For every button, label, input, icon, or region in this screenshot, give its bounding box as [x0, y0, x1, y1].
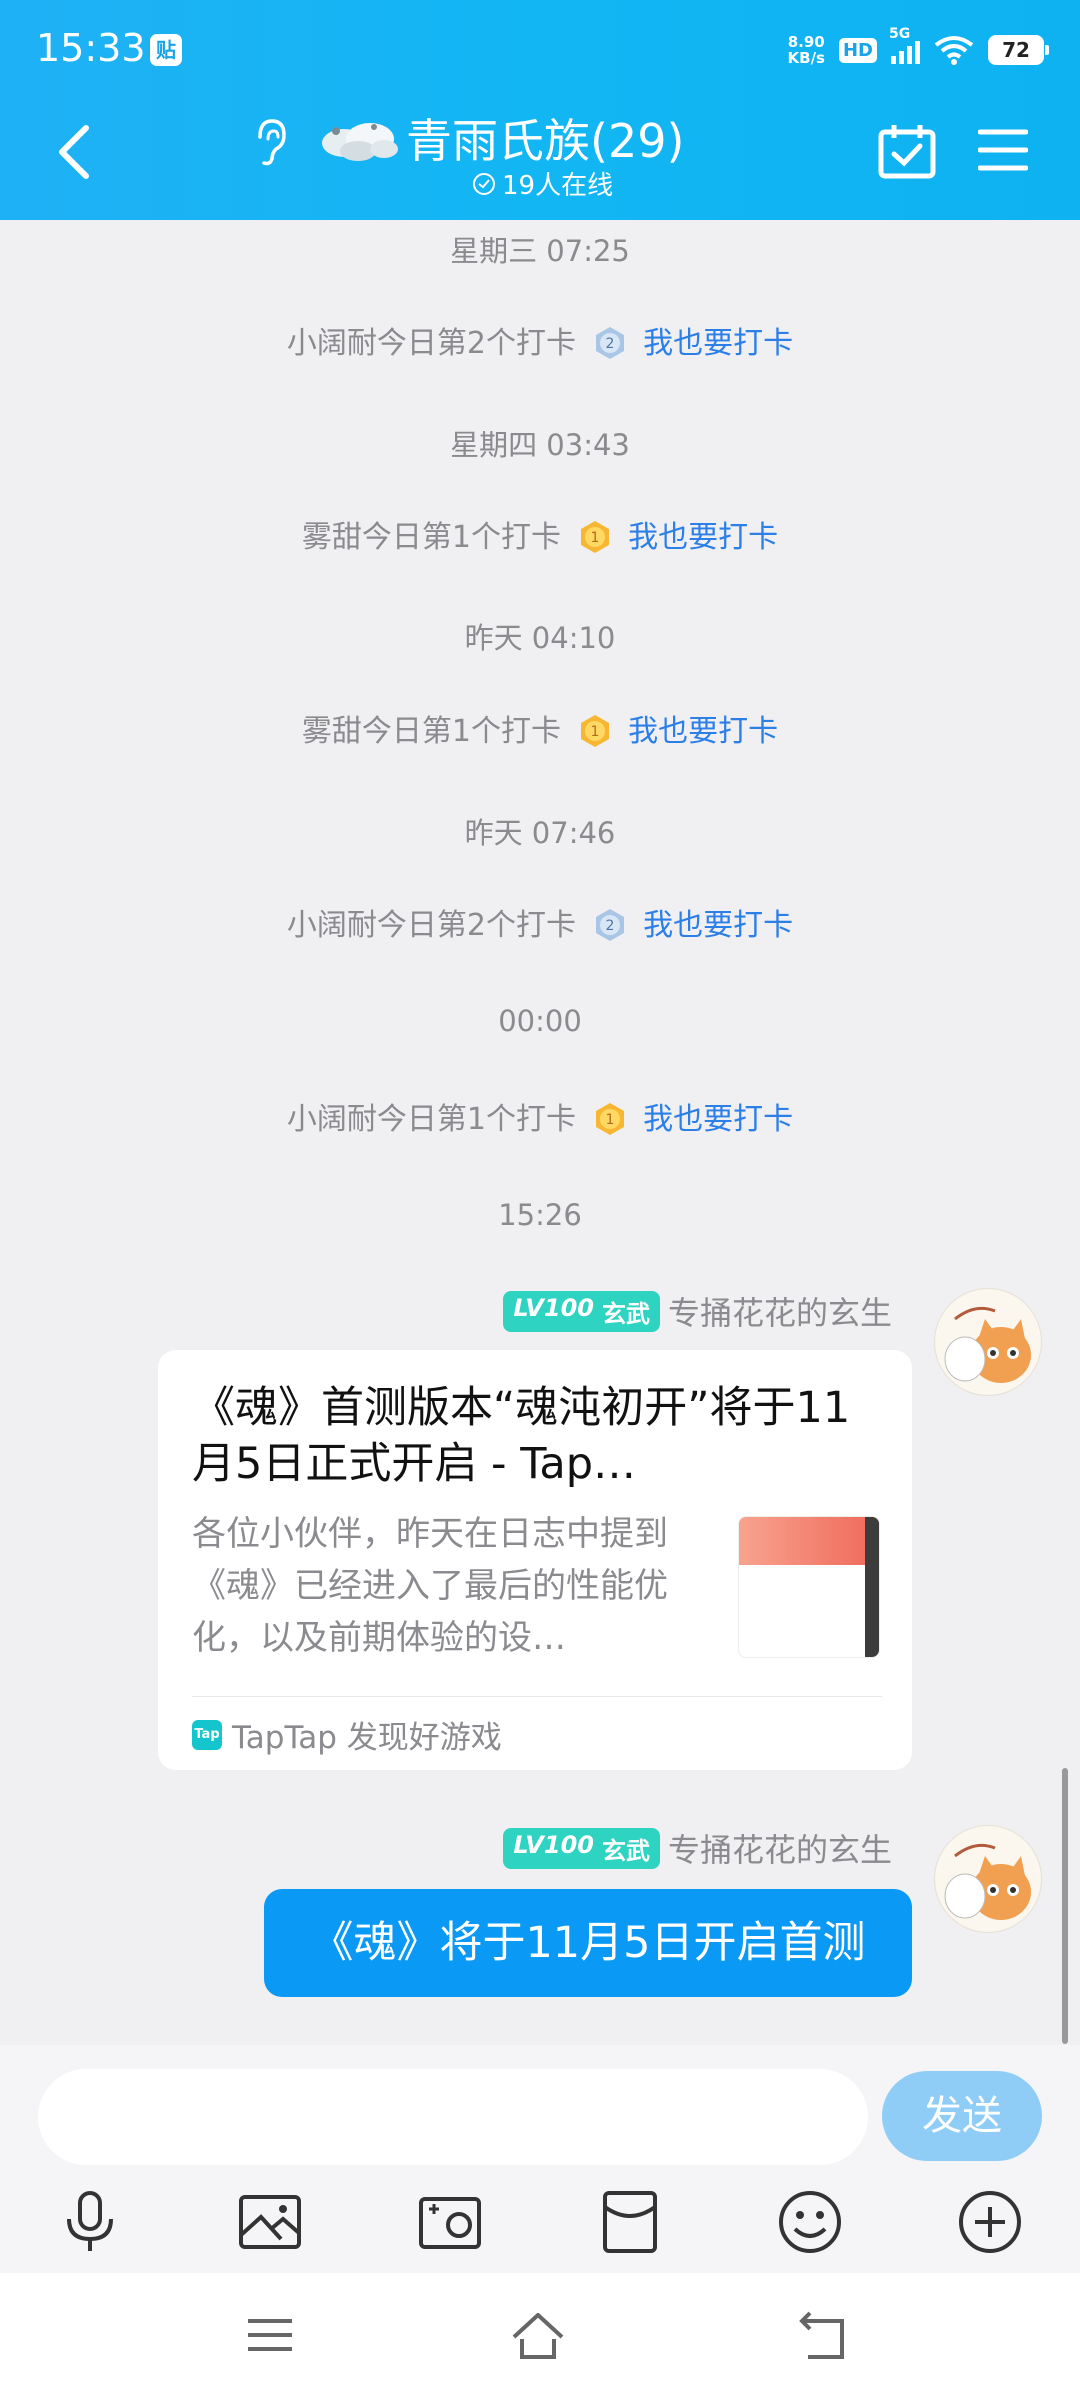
- network-type: 5G: [889, 26, 911, 42]
- card-divider: [192, 1696, 882, 1697]
- svg-text:2: 2: [605, 918, 614, 934]
- send-button[interactable]: 发送: [882, 2071, 1042, 2161]
- timestamp: 昨天 07:46: [464, 816, 616, 850]
- network-speed: 8.90 KB/s: [788, 34, 825, 66]
- avatar[interactable]: [934, 1825, 1042, 1933]
- card-source-text: TapTap 发现好游戏: [232, 1720, 502, 1756]
- checkin-text: 雾甜今日第1个打卡: [301, 714, 561, 749]
- home-icon[interactable]: [510, 2307, 566, 2363]
- menu-icon[interactable]: [242, 2307, 298, 2363]
- hd-icon: HD: [838, 37, 877, 63]
- level-badge: LV100 玄武: [503, 1827, 660, 1869]
- checkin-notice: 小阔耐今日第2个打卡 2 我也要打卡: [0, 318, 1080, 365]
- sender-info: LV100 玄武 专捅花花的玄生: [503, 1288, 892, 1334]
- microphone-icon[interactable]: [55, 2187, 125, 2257]
- back-icon[interactable]: [796, 2307, 852, 2363]
- top-bar: 15:33 贴 8.90 KB/s HD 5G 72 青雨氏族(29) 19人在…: [0, 0, 1080, 220]
- plus-icon[interactable]: [955, 2187, 1025, 2257]
- network-speed-unit: KB/s: [787, 49, 825, 67]
- checkin-text: 小阔耐今日第1个打卡: [286, 1102, 576, 1137]
- checkin-text: 雾甜今日第1个打卡: [301, 520, 561, 555]
- online-count-text: 19人在线: [502, 171, 614, 201]
- medal-icon: 2: [595, 326, 624, 359]
- svg-text:1: 1: [605, 1112, 614, 1128]
- input-area: 发送: [0, 2045, 1080, 2273]
- system-navigation-bar: [0, 2273, 1080, 2400]
- timestamp: 00:00: [498, 1004, 582, 1038]
- checkin-notice: 雾甜今日第1个打卡 1 我也要打卡: [0, 706, 1080, 753]
- red-packet-icon[interactable]: [595, 2187, 665, 2257]
- signal-icon: 5G: [889, 26, 920, 64]
- message-bubble[interactable]: 《魂》将于11月5日开启首测: [264, 1889, 912, 1997]
- chat-title: 青雨氏族(29): [406, 114, 685, 168]
- level-badge: LV100 玄武: [503, 1290, 660, 1332]
- card-description: 各位小伙伴，昨天在日志中提到《魂》已经进入了最后的性能优化，以及前期体验的设…: [192, 1514, 668, 1658]
- calendar-check-icon[interactable]: [878, 122, 936, 180]
- group-avatar: [322, 123, 398, 161]
- svg-text:1: 1: [590, 724, 599, 740]
- chat-title-area[interactable]: 青雨氏族(29) 19人在线: [250, 105, 770, 205]
- shared-link-card[interactable]: 《魂》首测版本“魂沌初开”将于11月5日正式开启 - Tap… 各位小伙伴，昨天…: [158, 1350, 912, 1770]
- notification-app-icon: 贴: [150, 34, 182, 66]
- card-title: 《魂》首测版本“魂沌初开”将于11月5日正式开启 - Tap…: [192, 1383, 851, 1489]
- scrollbar[interactable]: [1062, 1768, 1068, 2044]
- checkin-notice: 小阔耐今日第2个打卡 2 我也要打卡: [0, 900, 1080, 947]
- timestamp: 15:26: [498, 1198, 582, 1232]
- checkin-text: 小阔耐今日第2个打卡: [286, 326, 576, 361]
- checkin-link[interactable]: 我也要打卡: [643, 1102, 793, 1137]
- message-input[interactable]: [38, 2069, 868, 2165]
- checkin-notice: 小阔耐今日第1个打卡 1 我也要打卡: [0, 1094, 1080, 1141]
- image-icon[interactable]: [235, 2187, 305, 2257]
- menu-icon[interactable]: [978, 128, 1028, 172]
- checkin-link[interactable]: 我也要打卡: [628, 714, 778, 749]
- svg-text:2: 2: [605, 336, 614, 352]
- timestamp: 星期三 07:25: [450, 234, 630, 268]
- online-count: 19人在线: [472, 165, 613, 202]
- sender-info: LV100 玄武 专捅花花的玄生: [503, 1825, 892, 1871]
- cat-avatar-image: [944, 1306, 1031, 1383]
- svg-text:1: 1: [590, 530, 599, 546]
- status-icons: 8.90 KB/s HD 5G 72: [788, 26, 1049, 70]
- wifi-icon: [934, 36, 974, 65]
- battery-icon: 72: [988, 35, 1049, 65]
- rank-text: 玄武: [601, 1836, 650, 1865]
- checkin-link[interactable]: 我也要打卡: [643, 326, 793, 361]
- taptap-icon: Tap: [192, 1719, 222, 1750]
- ear-icon[interactable]: [250, 117, 290, 167]
- emoji-icon[interactable]: [775, 2187, 845, 2257]
- check-circle-icon: [473, 172, 495, 195]
- back-arrow-icon[interactable]: [52, 122, 96, 182]
- chat-message-list[interactable]: 星期三 07:25 小阔耐今日第2个打卡 2 我也要打卡 星期四 03:43 雾…: [0, 220, 1080, 2045]
- timestamp: 昨天 04:10: [464, 621, 616, 655]
- checkin-text: 小阔耐今日第2个打卡: [286, 908, 576, 943]
- avatar[interactable]: [934, 1288, 1042, 1396]
- status-time: 15:33: [36, 26, 146, 70]
- timestamp: 星期四 03:43: [450, 428, 630, 462]
- card-thumbnail: [738, 1516, 880, 1658]
- card-source: Tap TapTap 发现好游戏: [192, 1712, 502, 1757]
- cat-avatar-image: [944, 1843, 1031, 1920]
- input-toolbar: [0, 2187, 1080, 2267]
- checkin-link[interactable]: 我也要打卡: [628, 520, 778, 555]
- level-text: LV100: [513, 1293, 594, 1322]
- medal-icon: 1: [580, 520, 609, 553]
- checkin-notice: 雾甜今日第1个打卡 1 我也要打卡: [0, 512, 1080, 559]
- rank-text: 玄武: [601, 1299, 650, 1328]
- medal-icon: 2: [595, 908, 624, 941]
- level-text: LV100: [513, 1830, 594, 1859]
- checkin-link[interactable]: 我也要打卡: [643, 908, 793, 943]
- sender-name[interactable]: 专捅花花的玄生: [668, 1288, 892, 1334]
- status-bar: 15:33 贴 8.90 KB/s HD 5G 72: [0, 0, 1080, 100]
- sender-name[interactable]: 专捅花花的玄生: [668, 1825, 892, 1871]
- medal-icon: 1: [595, 1102, 624, 1135]
- network-speed-value: 8.90: [787, 33, 825, 51]
- camera-icon[interactable]: [415, 2187, 485, 2257]
- medal-icon: 1: [580, 714, 609, 747]
